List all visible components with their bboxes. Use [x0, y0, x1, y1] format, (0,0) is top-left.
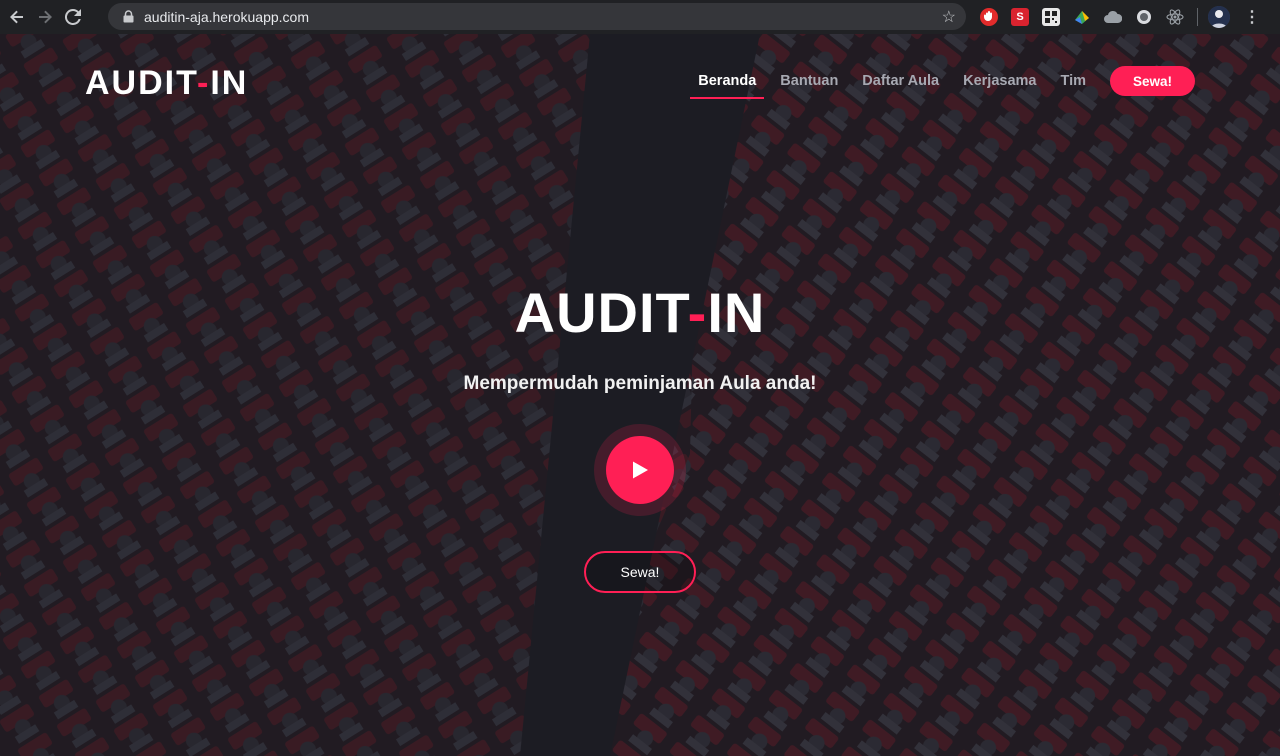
back-button[interactable] [6, 6, 28, 28]
s-extension-icon[interactable]: S [1011, 8, 1029, 26]
main-menu: Beranda Bantuan Daftar Aula Kerjasama Ti… [674, 66, 1195, 99]
forward-button[interactable] [34, 6, 56, 28]
qr-icon[interactable] [1042, 8, 1060, 26]
address-bar[interactable]: auditin-aja.herokuapp.com ☆ [108, 3, 966, 30]
reload-icon [65, 9, 81, 25]
hero-subtitle: Mempermudah peminjaman Aula anda! [463, 373, 817, 394]
extensions-bar: S ⋮ [980, 6, 1260, 28]
nav-daftar-aula[interactable]: Daftar Aula [862, 73, 939, 97]
hero-title-dash: - [687, 281, 708, 344]
hero-sewa-button[interactable]: Sewa! [584, 551, 696, 593]
nav-beranda[interactable]: Beranda [690, 73, 765, 99]
hero-title-main: AUDIT [514, 281, 688, 344]
site-navbar: AUDIT-IN Beranda Bantuan Daftar Aula Ker… [0, 34, 1280, 124]
play-icon [633, 461, 648, 479]
arrow-right-icon [39, 10, 52, 24]
hero-section: AUDIT-IN Beranda Bantuan Daftar Aula Ker… [0, 34, 1280, 756]
url-text: auditin-aja.herokuapp.com [144, 8, 309, 25]
logo-text-end: IN [210, 64, 249, 102]
react-devtools-icon[interactable] [1166, 8, 1184, 26]
cloud-icon[interactable] [1104, 8, 1122, 26]
vertical-dots-icon[interactable]: ⋮ [1244, 7, 1260, 27]
arrow-left-icon [10, 10, 23, 24]
nav-bantuan[interactable]: Bantuan [780, 73, 838, 97]
nav-tim[interactable]: Tim [1060, 73, 1086, 97]
profile-avatar[interactable] [1208, 6, 1230, 28]
toolbar-separator [1197, 8, 1198, 26]
lock-icon [122, 10, 134, 23]
nav-sewa-button[interactable]: Sewa! [1110, 66, 1195, 96]
hero-title: AUDIT-IN [0, 280, 1280, 345]
colorful-extension-icon[interactable] [1073, 8, 1091, 26]
hero-title-end: IN [707, 281, 766, 344]
dark-overlay [0, 34, 1280, 756]
play-button-circle [606, 436, 674, 504]
ublock-icon[interactable] [980, 8, 998, 26]
nav-kerjasama[interactable]: Kerjasama [963, 73, 1036, 97]
browser-toolbar: auditin-aja.herokuapp.com ☆ S ⋮ [0, 0, 1280, 34]
circle-extension-icon[interactable] [1135, 8, 1153, 26]
reload-button[interactable] [62, 6, 84, 28]
site-logo[interactable]: AUDIT-IN [85, 64, 248, 103]
star-icon[interactable]: ☆ [942, 7, 956, 27]
logo-text-main: AUDIT [85, 64, 197, 102]
play-video-button[interactable] [594, 424, 686, 516]
logo-dash: - [197, 64, 211, 102]
